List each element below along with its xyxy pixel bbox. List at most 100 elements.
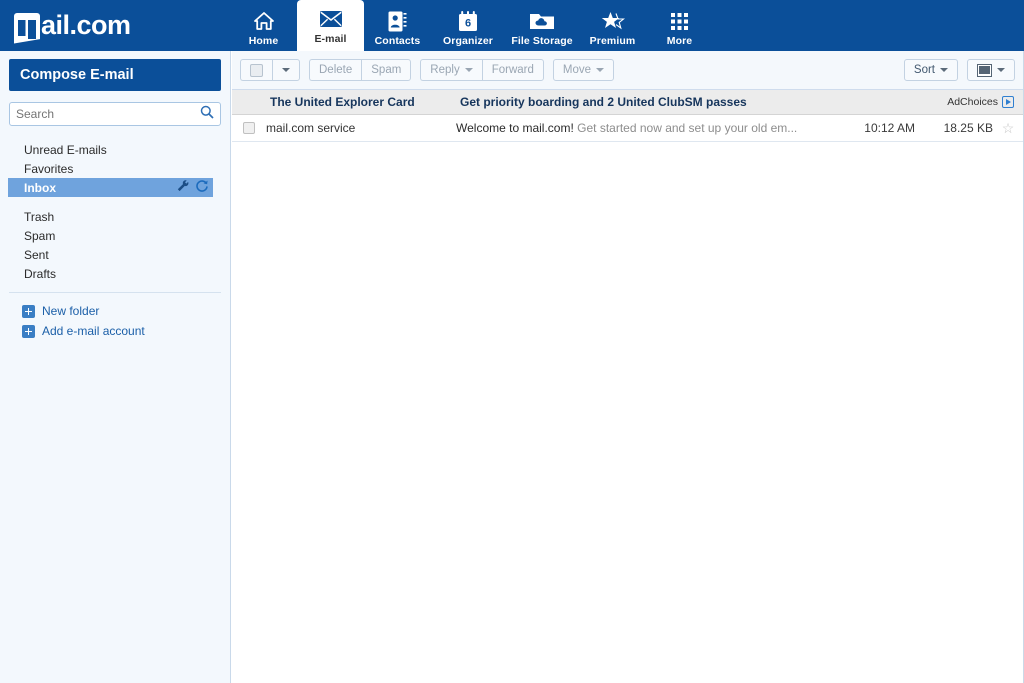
advertisement-banner[interactable]: The United Explorer Card Get priority bo…	[232, 90, 1023, 115]
sidebar-divider	[9, 292, 221, 293]
plus-icon	[22, 324, 35, 338]
sidebar-item-spam[interactable]: Spam	[0, 226, 230, 245]
search-icon[interactable]	[200, 105, 214, 124]
mail-star-cell[interactable]: ☆	[993, 121, 1023, 135]
view-layout-group	[967, 59, 1015, 81]
new-folder-label: New folder	[42, 304, 100, 318]
nav-tab-more[interactable]: More	[646, 6, 713, 51]
nav-tab-more-label: More	[666, 35, 693, 47]
chevron-down-icon	[464, 68, 473, 72]
adchoices-label: AdChoices	[947, 96, 998, 108]
main-navigation: Home E-mail Contacts 6 Organizer File St…	[230, 0, 713, 51]
folder-settings-icon[interactable]	[176, 179, 190, 196]
folder-list: Unread E-mails Favorites Inbox Trash Spa…	[0, 140, 230, 283]
move-button[interactable]: Move	[552, 59, 615, 81]
nav-tab-home[interactable]: Home	[230, 6, 297, 51]
svg-text:6: 6	[465, 17, 471, 29]
search-input[interactable]	[16, 107, 200, 121]
calendar-icon: 6	[458, 10, 478, 32]
envelope-icon	[319, 8, 343, 30]
sidebar-item-sent[interactable]: Sent	[0, 245, 230, 264]
search-box[interactable]	[9, 102, 221, 126]
reply-forward-group: Reply Forward	[420, 59, 544, 81]
sort-group: Sort	[903, 59, 958, 81]
logo-m-glyph	[14, 12, 40, 44]
plus-icon	[22, 304, 35, 318]
checkbox-icon	[250, 63, 263, 77]
nav-tab-file-storage[interactable]: File Storage	[505, 6, 579, 51]
sidebar-item-unread-emails[interactable]: Unread E-mails	[0, 140, 230, 159]
home-icon	[253, 10, 275, 32]
star-icon[interactable]: ☆	[1002, 121, 1015, 135]
folder-label: Spam	[24, 228, 56, 243]
reply-label: Reply	[430, 64, 460, 76]
nav-tab-premium-label: Premium	[589, 35, 636, 47]
nav-tab-contacts[interactable]: Contacts	[364, 6, 431, 51]
spam-label: Spam	[371, 64, 402, 76]
compose-email-label: Compose E-mail	[20, 67, 134, 83]
folder-label: Sent	[24, 247, 49, 262]
nav-tab-home-label: Home	[248, 35, 279, 47]
chevron-down-icon	[997, 68, 1005, 72]
nav-tab-organizer-label: Organizer	[443, 35, 493, 47]
reply-button[interactable]: Reply	[420, 59, 482, 81]
compose-email-button[interactable]: Compose E-mail	[9, 59, 221, 91]
forward-button[interactable]: Forward	[481, 59, 544, 81]
select-all-checkbox-button[interactable]	[240, 59, 272, 81]
folder-label: Inbox	[24, 180, 56, 195]
mail-time: 10:12 AM	[864, 121, 915, 135]
mail-toolbar: Delete Spam Reply Forward Move Sort	[232, 51, 1023, 90]
nav-tab-email-label: E-mail	[314, 33, 347, 45]
mail-checkbox-cell[interactable]	[232, 122, 266, 134]
new-folder-button[interactable]: New folder	[0, 301, 230, 321]
star-icon	[601, 10, 625, 32]
folder-label: Drafts	[24, 266, 57, 281]
checkbox-icon[interactable]	[243, 122, 255, 134]
sidebar-item-inbox[interactable]: Inbox	[8, 178, 213, 197]
delete-spam-group: Delete Spam	[309, 59, 412, 81]
grid-dots-icon	[670, 10, 689, 32]
sidebar-item-favorites[interactable]: Favorites	[0, 159, 230, 178]
chevron-down-icon	[596, 68, 605, 72]
move-group: Move	[552, 59, 615, 81]
nav-tab-organizer[interactable]: 6 Organizer	[431, 6, 505, 51]
delete-label: Delete	[319, 64, 353, 76]
sort-button[interactable]: Sort	[903, 59, 958, 81]
adchoices-icon	[1002, 96, 1014, 108]
mail-subject: Welcome to mail.com!	[456, 121, 574, 135]
mailcom-logo[interactable]: ail.com	[0, 0, 230, 51]
list-view-icon	[977, 63, 992, 77]
add-email-account-label: Add e-mail account	[42, 324, 145, 338]
ad-description: Get priority boarding and 2 United ClubS…	[460, 95, 747, 109]
mail-size: 18.25 KB	[943, 121, 993, 135]
select-all-group	[240, 59, 300, 81]
select-all-dropdown-button[interactable]	[272, 59, 300, 81]
table-row[interactable]: mail.com service Welcome to mail.com! Ge…	[232, 115, 1023, 142]
nav-tab-email[interactable]: E-mail	[297, 0, 364, 51]
mail-preview: Get started now and set up your old em..…	[573, 121, 798, 135]
add-email-account-button[interactable]: Add e-mail account	[0, 321, 230, 341]
nav-tab-contacts-label: Contacts	[374, 35, 421, 47]
folder-refresh-icon[interactable]	[195, 179, 209, 196]
sidebar-item-drafts[interactable]: Drafts	[0, 264, 230, 283]
contact-card-icon	[388, 10, 407, 32]
main-content: Delete Spam Reply Forward Move Sort The …	[232, 51, 1024, 683]
ad-title: The United Explorer Card	[270, 95, 415, 109]
sidebar: Compose E-mail Unread E-mails Favorites …	[0, 51, 231, 683]
chevron-down-icon	[282, 68, 290, 72]
mail-sender: mail.com service	[266, 121, 356, 135]
nav-tab-premium[interactable]: Premium	[579, 6, 646, 51]
folder-label: Trash	[24, 209, 55, 224]
adchoices-link[interactable]: AdChoices	[947, 96, 1014, 108]
mail-app-window: ail.com Home E-mail Contacts 6 Organizer…	[0, 0, 1024, 683]
folder-label: Favorites	[24, 161, 74, 176]
mail-list: mail.com service Welcome to mail.com! Ge…	[232, 115, 1023, 142]
nav-tab-file-storage-label: File Storage	[511, 35, 573, 47]
sidebar-item-trash[interactable]: Trash	[0, 207, 230, 226]
logo-text: ail.com	[41, 10, 131, 40]
view-layout-button[interactable]	[967, 59, 1015, 81]
sort-label: Sort	[913, 64, 935, 76]
spam-button[interactable]: Spam	[361, 59, 412, 81]
delete-button[interactable]: Delete	[309, 59, 362, 81]
app-header: ail.com Home E-mail Contacts 6 Organizer…	[0, 0, 1024, 51]
